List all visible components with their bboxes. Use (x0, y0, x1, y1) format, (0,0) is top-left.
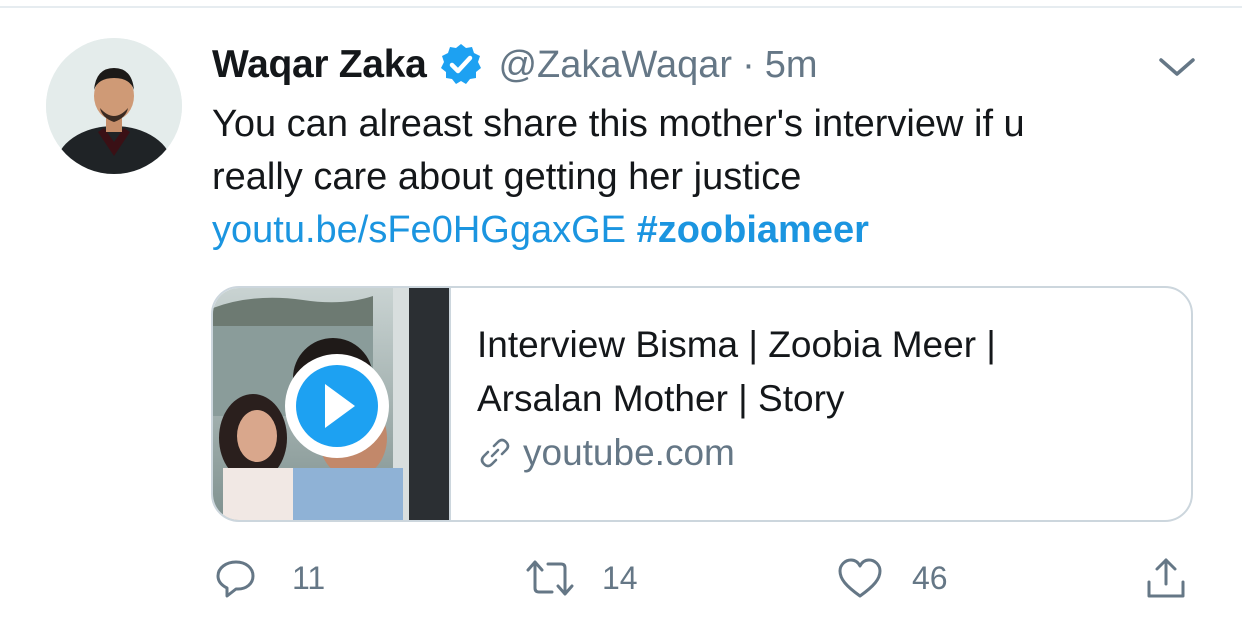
tweet-actions: 11 14 46 (0, 556, 1242, 606)
thumbnail-image (213, 288, 449, 520)
card-title: Interview Bisma | Zoobia Meer | Arsalan … (477, 318, 1177, 426)
separator-dot: · (742, 43, 755, 86)
retweet-button[interactable]: 14 (524, 556, 638, 600)
tweet-text: You can alreast share this mother's inte… (212, 98, 1192, 257)
avatar-photo (46, 38, 182, 174)
retweet-icon (526, 560, 574, 596)
card-body[interactable]: Interview Bisma | Zoobia Meer | Arsalan … (477, 318, 1177, 474)
timestamp[interactable]: 5m (765, 44, 818, 87)
share-icon (1147, 558, 1185, 598)
reply-icon (216, 560, 255, 598)
hashtag-link[interactable]: #zoobiameer (637, 209, 869, 251)
top-divider (0, 6, 1242, 8)
tweet-text-line: You can alreast share this mother's inte… (212, 103, 1025, 145)
card-title-line: Arsalan Mother | Story (477, 378, 845, 419)
tweet-text-line: really care about getting her justice (212, 156, 802, 198)
card-domain-text: youtube.com (523, 432, 735, 473)
link-preview-card[interactable]: Interview Bisma | Zoobia Meer | Arsalan … (211, 286, 1193, 522)
card-domain: youtube.com (477, 432, 1177, 474)
author-name[interactable]: Waqar Zaka (212, 43, 427, 87)
chevron-down-icon[interactable] (1155, 52, 1199, 82)
like-count: 46 (912, 559, 948, 596)
card-thumbnail[interactable] (213, 288, 451, 520)
reply-count: 11 (292, 559, 326, 596)
avatar[interactable] (46, 38, 182, 174)
verified-badge-icon (438, 42, 484, 88)
heart-icon (838, 558, 882, 598)
author-handle[interactable]: @ZakaWaqar (498, 44, 732, 87)
tweet-link[interactable]: youtu.be/sFe0HGgaxGE (212, 209, 626, 251)
tweet-links-line: youtu.be/sFe0HGgaxGE #zoobiameer (212, 204, 1192, 257)
retweet-count: 14 (602, 559, 638, 596)
share-button[interactable] (1144, 556, 1188, 600)
like-button[interactable]: 46 (836, 556, 948, 600)
reply-button[interactable]: 11 (214, 556, 325, 600)
card-title-line: Interview Bisma | Zoobia Meer | (477, 324, 996, 365)
link-icon (480, 438, 510, 468)
tweet-header: Waqar Zaka @ZakaWaqar · 5m (212, 40, 818, 90)
